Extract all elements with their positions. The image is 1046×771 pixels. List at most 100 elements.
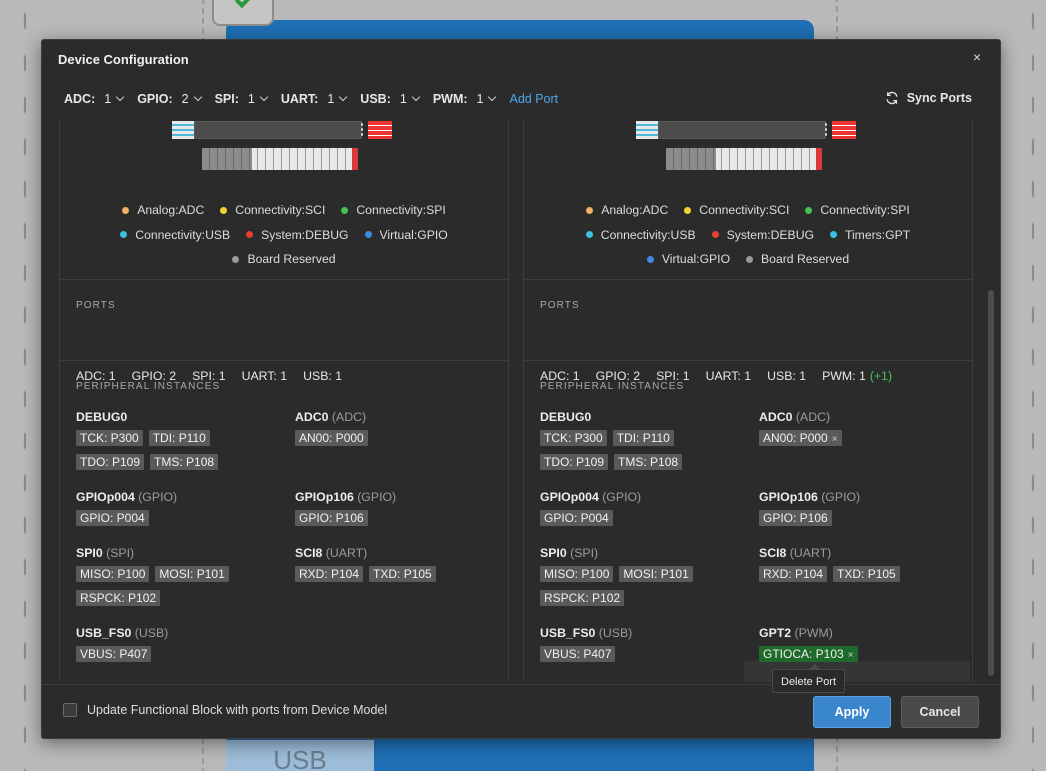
spi-count-value: 1 xyxy=(247,92,255,106)
instance-sci8: SCI8 (UART) RXD: P104 TXD: P105 xyxy=(295,546,505,590)
legend-label: System:DEBUG xyxy=(726,227,814,242)
instance-sci8: SCI8 (UART) RXD: P104 TXD: P105 xyxy=(759,546,969,590)
apply-button[interactable]: Apply xyxy=(813,696,891,728)
pin-tag: GPIO: P106 xyxy=(759,510,832,526)
gpio-count-value: 2 xyxy=(181,92,189,106)
usb-count-label: USB: xyxy=(360,92,391,106)
pin-tag-list: GTIOCA: P103 × xyxy=(759,646,969,670)
pin-tag-list: AN00: P000 × xyxy=(759,430,969,454)
panel-scrollbar[interactable] xyxy=(988,290,994,676)
legend-label: Connectivity:SPI xyxy=(820,203,910,218)
instance-name-text: ADC0 xyxy=(759,410,793,424)
pin-tag-list: VBUS: P407 xyxy=(76,646,286,670)
remove-pin-icon[interactable]: × xyxy=(832,434,838,445)
instance-name: USB_FS0 (USB) xyxy=(76,626,286,646)
chevron-down-icon xyxy=(259,92,269,102)
pin-tag-text: GTIOCA: P103 xyxy=(763,647,844,661)
chip-pins-red xyxy=(368,121,392,139)
instance-type: (SPI) xyxy=(570,546,599,560)
chip-diagram xyxy=(172,120,394,172)
legend-label: Timers:GPT xyxy=(844,227,911,242)
legend-dot xyxy=(220,206,228,214)
pin-tag-list: VBUS: P407 xyxy=(540,646,750,670)
pin-tag: VBUS: P407 xyxy=(76,646,152,662)
pin-tag: TDI: P110 xyxy=(148,430,210,446)
instance-name: GPIOp004 (GPIO) xyxy=(76,490,286,510)
pin-legend: Analog:ADC Connectivity:SCI Connectivity… xyxy=(524,198,972,272)
chevron-down-icon xyxy=(488,92,497,102)
instance-type: (GPIO) xyxy=(821,490,861,504)
legend-item: System:DEBUG xyxy=(711,227,814,242)
legend-label: Board Reserved xyxy=(761,252,850,267)
pin-tag: MISO: P100 xyxy=(540,566,614,582)
add-port-link[interactable]: Add Port xyxy=(509,92,558,106)
legend-item: Board Reserved xyxy=(746,252,849,266)
delete-port-icon[interactable]: × xyxy=(848,650,854,661)
legend-dot xyxy=(585,231,593,239)
instance-name: SPI0 (SPI) xyxy=(76,546,286,566)
instance-name-text: DEBUG0 xyxy=(76,410,128,424)
adc-count-label: ADC: xyxy=(64,92,96,106)
legend-row: Connectivity:USB System:DEBUG Timers:GPT xyxy=(524,223,972,248)
gpio-count-select[interactable]: GPIO: 2 xyxy=(137,92,202,106)
update-functional-block-checkbox[interactable] xyxy=(63,703,77,717)
instance-type: (ADC) xyxy=(331,410,367,424)
uart-count-select[interactable]: UART: 1 xyxy=(281,92,348,106)
instance-gpiop106: GPIOp106 (GPIO) GPIO: P106 xyxy=(759,490,969,534)
port-count-toolbar: ADC: 1 GPIO: 2 SPI: 1 UART: 1 USB: 1 PWM: 1 Ad… xyxy=(42,84,1000,114)
close-icon[interactable]: × xyxy=(968,48,986,66)
instance-name-text: GPIOp004 xyxy=(540,490,599,504)
pin-tag-list: AN00: P000 xyxy=(295,430,505,454)
pin-tag-list: TCK: P300 TDI: P110 TDO: P109 TMS: P108 xyxy=(540,430,750,478)
legend-item: Analog:ADC xyxy=(122,203,204,217)
instance-type: (ADC) xyxy=(795,410,831,424)
chip-pin-dots xyxy=(360,122,364,138)
pin-legend: Analog:ADC Connectivity:SCI Connectivity… xyxy=(60,198,508,272)
instance-name-text: DEBUG0 xyxy=(540,410,592,424)
instance-name-text: SCI8 xyxy=(295,546,323,560)
legend-item: Virtual:GPIO xyxy=(646,252,730,266)
pin-tag: TDI: P110 xyxy=(612,430,674,446)
instance-type: (UART) xyxy=(789,546,832,560)
instance-usb-fs0: USB_FS0 (USB) VBUS: P407 xyxy=(76,626,286,670)
instance-name: GPIOp004 (GPIO) xyxy=(540,490,750,510)
background-node-tab xyxy=(212,0,274,26)
legend-item: Connectivity:SCI xyxy=(220,203,325,217)
port-count: UART: 1 xyxy=(705,369,752,383)
instance-name: GPIOp106 (GPIO) xyxy=(295,490,505,510)
legend-item: Virtual:GPIO xyxy=(364,228,448,242)
legend-item: Connectivity:USB xyxy=(585,228,696,242)
pin-tag: GPIO: P004 xyxy=(76,510,149,526)
legend-dot xyxy=(829,231,837,239)
instance-name-text: GPIOp106 xyxy=(295,490,354,504)
cancel-button[interactable]: Cancel xyxy=(901,696,979,728)
instance-adc0: ADC0 (ADC) AN00: P000 × xyxy=(759,410,969,454)
pin-tag-new: GTIOCA: P103 × xyxy=(759,646,858,662)
instance-type: (UART) xyxy=(325,546,368,560)
port-count-delta: (+1) xyxy=(869,369,893,383)
legend-dot xyxy=(805,206,813,214)
legend-item: Analog:ADC xyxy=(586,203,668,217)
port-count: USB: 1 xyxy=(303,369,343,383)
chip-pins-red xyxy=(832,121,856,139)
adc-count-select[interactable]: ADC: 1 xyxy=(64,92,125,106)
usb-count-select[interactable]: USB: 1 xyxy=(360,92,421,106)
update-functional-block-label: Update Functional Block with ports from … xyxy=(87,703,388,717)
spi-count-select[interactable]: SPI: 1 xyxy=(215,92,269,106)
pwm-count-select[interactable]: PWM: 1 xyxy=(433,92,497,106)
instance-name: USB_FS0 (USB) xyxy=(540,626,750,646)
port-count: PWM: 1 xyxy=(822,369,866,383)
legend-item: Connectivity:USB xyxy=(120,228,230,242)
instance-name-text: USB_FS0 xyxy=(540,626,596,640)
instance-name: SCI8 (UART) xyxy=(759,546,969,566)
instance-spi0: SPI0 (SPI) MISO: P100 MOSI: P101 RSPCK: … xyxy=(540,546,750,614)
sync-icon xyxy=(886,91,898,105)
instance-gpiop004: GPIOp004 (GPIO) GPIO: P004 xyxy=(76,490,286,534)
sync-ports-button[interactable]: Sync Ports xyxy=(885,91,972,105)
instance-name-text: GPIOp004 xyxy=(76,490,135,504)
legend-item: System:DEBUG xyxy=(246,228,349,242)
section-divider xyxy=(524,279,972,280)
legend-item: Connectivity:SPI xyxy=(341,203,446,217)
instance-name-text: USB_FS0 xyxy=(76,626,132,640)
chip-pin-row-reserved xyxy=(666,148,716,170)
